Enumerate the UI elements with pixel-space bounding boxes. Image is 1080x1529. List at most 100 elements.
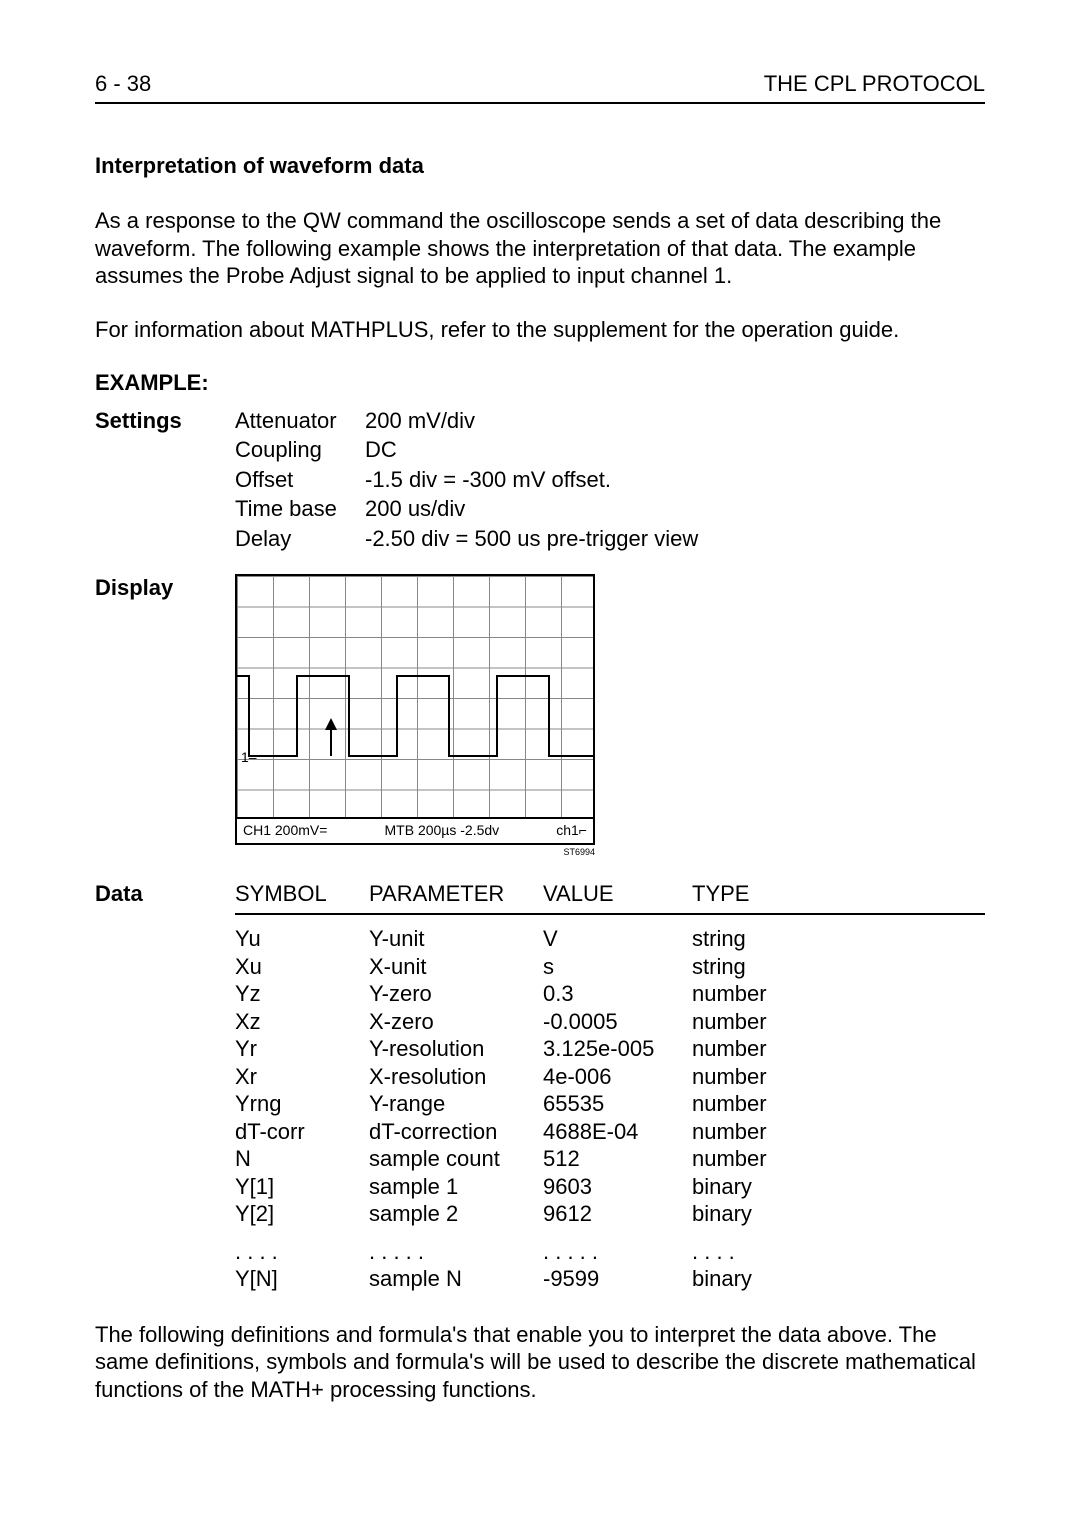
table-cell: 9612 [543, 1200, 688, 1228]
settings-key: Delay [235, 525, 365, 553]
table-cell: 3.125e-005 [543, 1035, 688, 1063]
table-cell: Y-unit [369, 925, 539, 953]
settings-table: Attenuator200 mV/div CouplingDC Offset-1… [235, 407, 698, 553]
settings-val: 200 mV/div [365, 407, 698, 435]
settings-val: -1.5 div = -300 mV offset. [365, 466, 698, 494]
table-row: YzY-zero0.3number [235, 980, 985, 1008]
table-cell: 4e-006 [543, 1063, 688, 1091]
table-cell: number [692, 1118, 812, 1146]
settings-val: DC [365, 436, 698, 464]
table-cell: dT-corr [235, 1118, 365, 1146]
page-header: 6 - 38 THE CPL PROTOCOL [95, 70, 985, 104]
table-cell: 0.3 [543, 980, 688, 1008]
col-parameter: PARAMETER [369, 880, 539, 908]
table-cell: number [692, 1008, 812, 1036]
display-label: Display [95, 574, 235, 602]
table-cell: -9599 [543, 1265, 688, 1293]
intro-paragraph-1: As a response to the QW command the osci… [95, 207, 985, 290]
ch1-marker: 1– [241, 749, 257, 767]
readout-mid: MTB 200µs -2.5dv [385, 822, 500, 840]
table-cell: 512 [543, 1145, 688, 1173]
table-row: YrngY-range65535number [235, 1090, 985, 1118]
col-type: TYPE [692, 880, 812, 908]
trigger-stem-icon [330, 728, 332, 756]
example-label: EXAMPLE: [95, 369, 985, 397]
settings-key: Time base [235, 495, 365, 523]
table-cell: . . . . . [543, 1238, 688, 1266]
col-value: VALUE [543, 880, 688, 908]
footer-paragraph: The following definitions and formula's … [95, 1321, 985, 1404]
table-cell: Yrng [235, 1090, 365, 1118]
table-cell: 9603 [543, 1173, 688, 1201]
table-cell: Yz [235, 980, 365, 1008]
table-cell: s [543, 953, 688, 981]
readout-right: ch1⌐ [556, 822, 587, 840]
readout-left: CH1 200mV= [243, 822, 327, 840]
settings-val: -2.50 div = 500 us pre-trigger view [365, 525, 698, 553]
table-cell: Yr [235, 1035, 365, 1063]
settings-val: 200 us/div [365, 495, 698, 523]
table-rule [235, 913, 985, 915]
table-row: dT-corrdT-correction4688E-04number [235, 1118, 985, 1146]
table-row: YuY-unitVstring [235, 925, 985, 953]
table-cell: sample N [369, 1265, 539, 1293]
table-cell: . . . . . [369, 1238, 539, 1266]
table-cell: Xz [235, 1008, 365, 1036]
data-block: Data SYMBOL PARAMETER VALUE TYPE YuY-uni… [95, 880, 985, 1293]
settings-key: Coupling [235, 436, 365, 464]
table-cell: sample 1 [369, 1173, 539, 1201]
table-cell: dT-correction [369, 1118, 539, 1146]
waveform-icon [237, 576, 593, 817]
section-title: Interpretation of waveform data [95, 152, 985, 180]
settings-key: Attenuator [235, 407, 365, 435]
table-cell: Y[2] [235, 1200, 365, 1228]
col-symbol: SYMBOL [235, 880, 365, 908]
table-cell: string [692, 925, 812, 953]
table-cell: -0.0005 [543, 1008, 688, 1036]
scope-figure: 1– CH1 200mV= MTB 200µs -2.5dv ch1⌐ ST69… [235, 574, 595, 858]
table-cell: number [692, 980, 812, 1008]
page: 6 - 38 THE CPL PROTOCOL Interpretation o… [0, 0, 1080, 1529]
table-row: XuX-unitsstring [235, 953, 985, 981]
intro-paragraph-2: For information about MATHPLUS, refer to… [95, 316, 985, 344]
table-cell: N [235, 1145, 365, 1173]
table-row: XzX-zero-0.0005number [235, 1008, 985, 1036]
table-cell: . . . . [235, 1238, 365, 1266]
table-header: SYMBOL PARAMETER VALUE TYPE [235, 880, 985, 908]
table-cell: V [543, 925, 688, 953]
table-cell: number [692, 1090, 812, 1118]
table-cell: . . . . [692, 1238, 812, 1266]
table-cell: sample 2 [369, 1200, 539, 1228]
table-row: XrX-resolution4e-006number [235, 1063, 985, 1091]
table-cell: Y-resolution [369, 1035, 539, 1063]
table-row: . . . .. . . . .. . . . .. . . . [235, 1238, 985, 1266]
data-label: Data [95, 880, 235, 908]
table-cell: 4688E-04 [543, 1118, 688, 1146]
table-cell: number [692, 1145, 812, 1173]
table-cell: Yu [235, 925, 365, 953]
scope-grid: 1– [235, 574, 595, 819]
table-cell: Y[N] [235, 1265, 365, 1293]
table-cell: number [692, 1063, 812, 1091]
figure-id: ST6994 [235, 847, 595, 858]
data-table: SYMBOL PARAMETER VALUE TYPE YuY-unitVstr… [235, 880, 985, 1293]
table-cell: binary [692, 1265, 812, 1293]
table-cell: Xu [235, 953, 365, 981]
table-cell: sample count [369, 1145, 539, 1173]
display-block: Display 1– CH1 200mV= MTB 200µs -2.5dv c… [95, 574, 985, 858]
table-cell: Y-zero [369, 980, 539, 1008]
table-row: Y[1]sample 19603binary [235, 1173, 985, 1201]
scope-readout: CH1 200mV= MTB 200µs -2.5dv ch1⌐ [235, 819, 595, 845]
table-cell: binary [692, 1173, 812, 1201]
table-cell: Y-range [369, 1090, 539, 1118]
settings-label: Settings [95, 407, 235, 435]
table-row: Y[N]sample N-9599binary [235, 1265, 985, 1293]
doc-title: THE CPL PROTOCOL [764, 70, 985, 98]
table-cell: Y[1] [235, 1173, 365, 1201]
table-row: Y[2]sample 29612binary [235, 1200, 985, 1228]
table-cell: X-unit [369, 953, 539, 981]
page-ref: 6 - 38 [95, 70, 151, 98]
settings-block: Settings Attenuator200 mV/div CouplingDC… [95, 407, 985, 553]
table-cell: 65535 [543, 1090, 688, 1118]
table-row: Nsample count512number [235, 1145, 985, 1173]
